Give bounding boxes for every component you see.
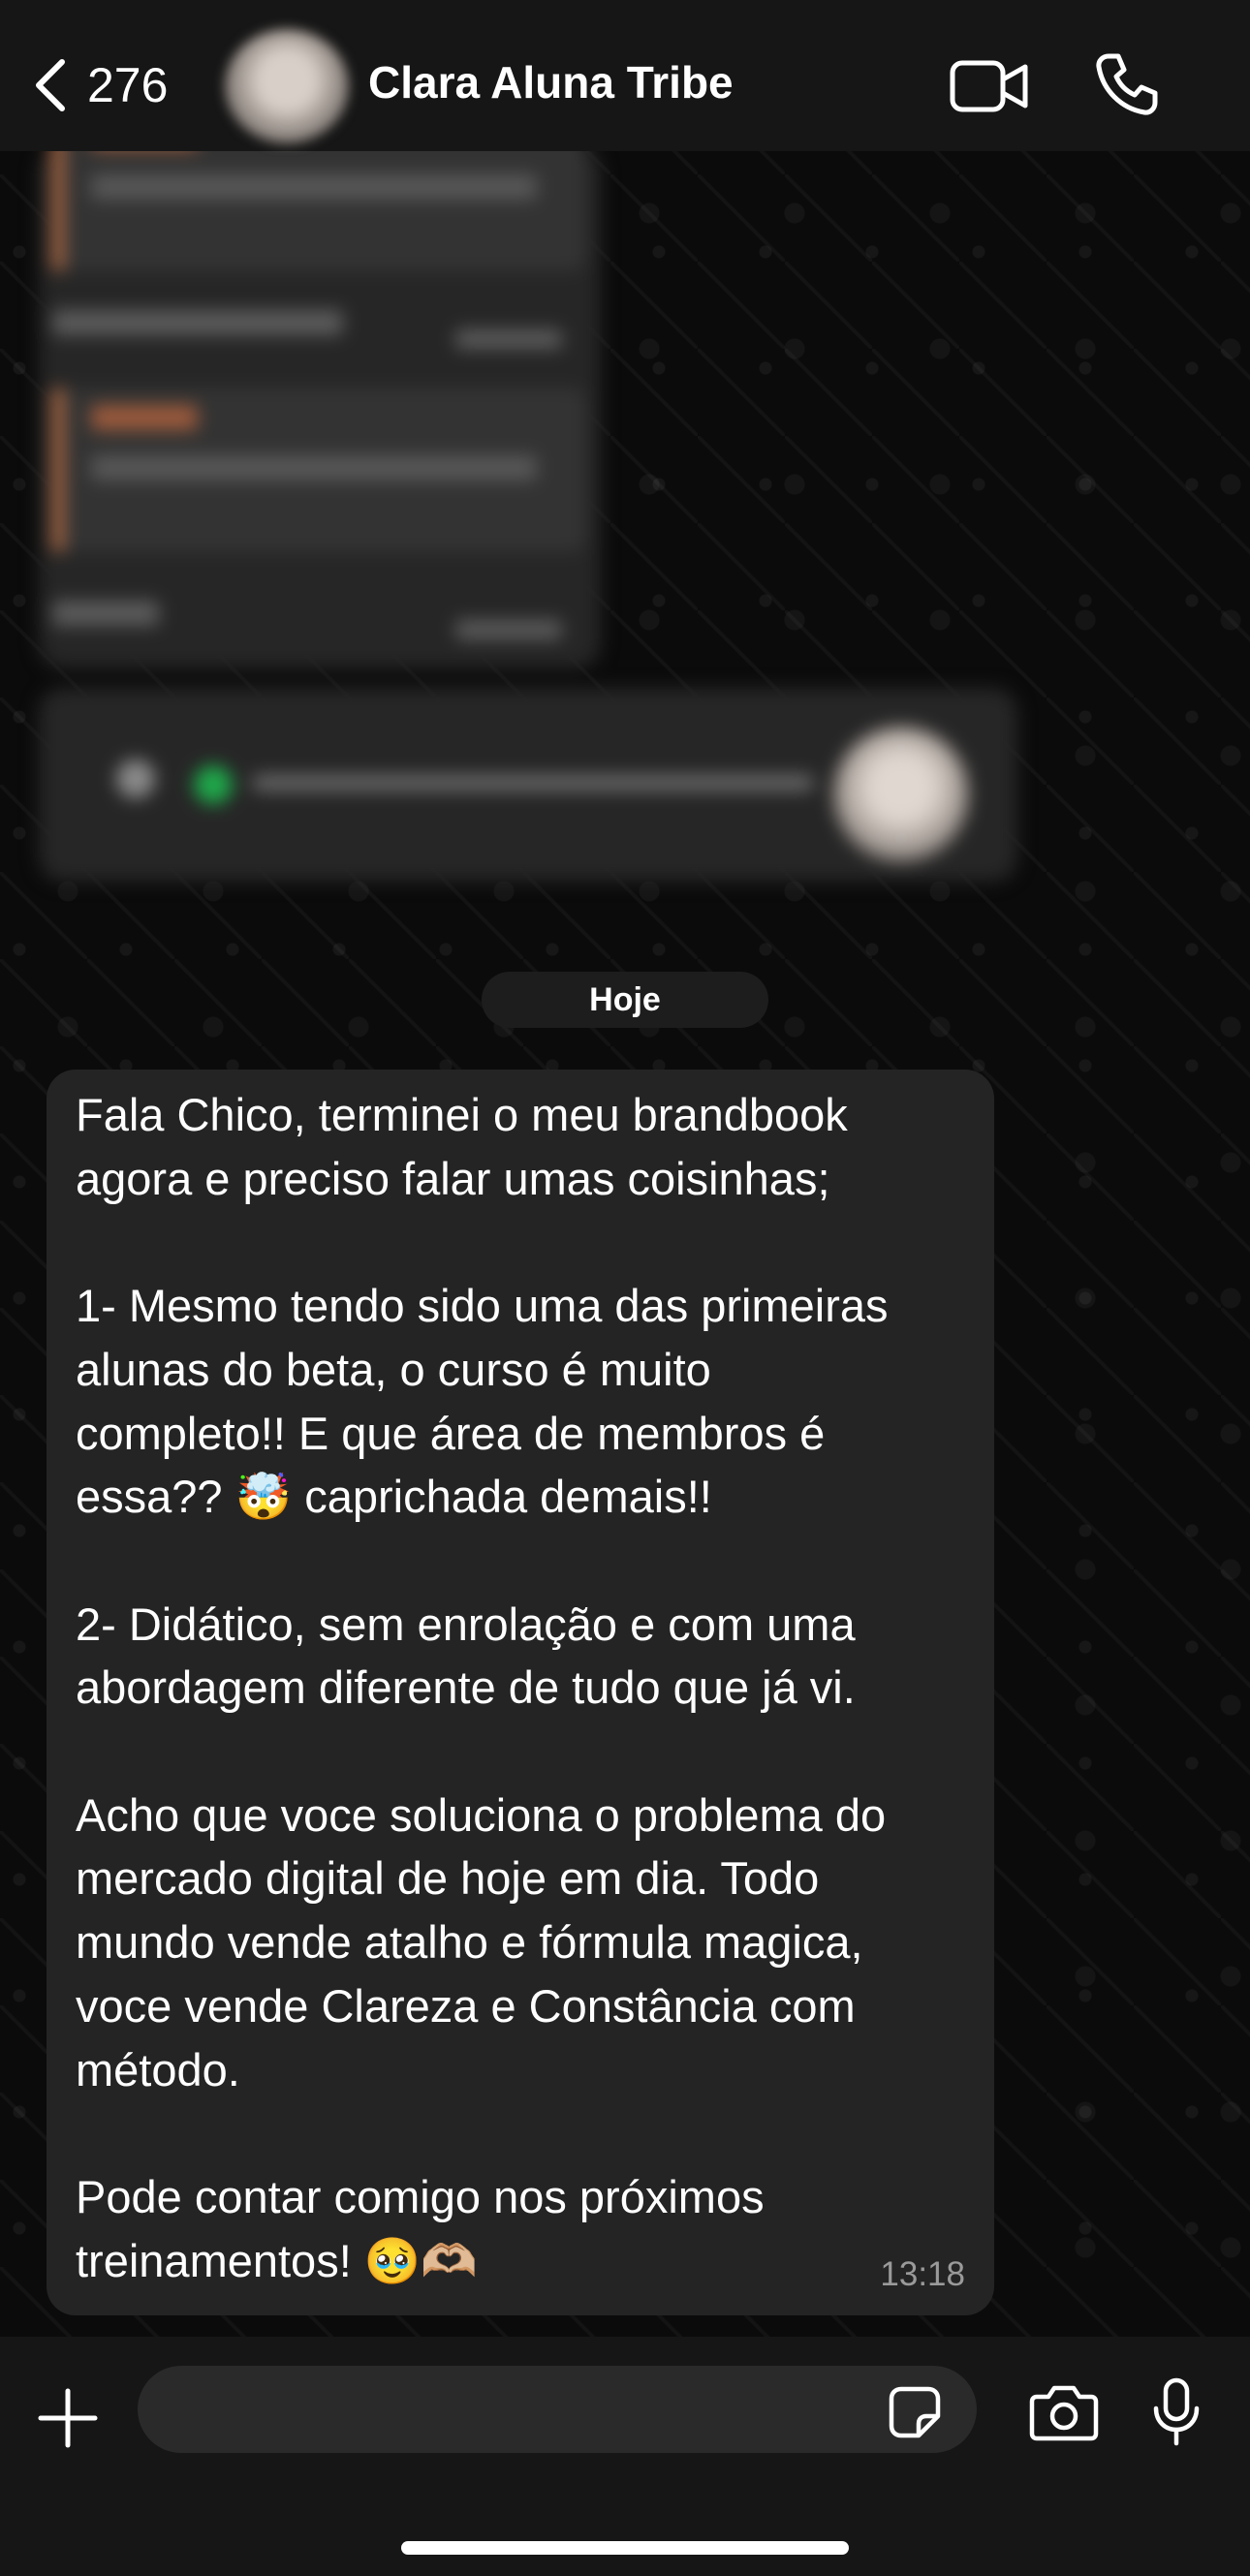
contact-name[interactable]: Clara Aluna Tribe xyxy=(368,56,734,109)
microphone-icon[interactable] xyxy=(1149,2377,1203,2447)
chevron-left-icon xyxy=(36,59,65,111)
sticker-icon[interactable] xyxy=(888,2385,942,2439)
video-camera-icon[interactable] xyxy=(950,58,1029,114)
home-indicator xyxy=(401,2541,849,2555)
message-input[interactable] xyxy=(138,2366,977,2453)
plus-icon[interactable] xyxy=(35,2385,101,2451)
camera-icon[interactable] xyxy=(1029,2383,1099,2441)
previous-audio-message xyxy=(39,688,1017,882)
blurred-previous-messages xyxy=(39,107,1017,882)
quoted-reply xyxy=(52,388,585,552)
composer-bar xyxy=(0,2337,1250,2576)
phone-icon[interactable] xyxy=(1095,52,1159,116)
contact-avatar[interactable] xyxy=(225,29,349,143)
message-timestamp: 13:18 xyxy=(880,2255,965,2293)
message-text: Fala Chico, terminei o meu brandbook ago… xyxy=(76,1089,889,2286)
unread-count: 276 xyxy=(87,58,169,112)
chat-header: 276 Clara Aluna Tribe xyxy=(0,0,1250,151)
incoming-message-bubble[interactable]: Fala Chico, terminei o meu brandbook ago… xyxy=(47,1070,994,2315)
date-separator: Hoje xyxy=(482,972,768,1028)
back-button[interactable]: 276 xyxy=(29,50,194,120)
previous-message-bubble xyxy=(39,107,601,668)
